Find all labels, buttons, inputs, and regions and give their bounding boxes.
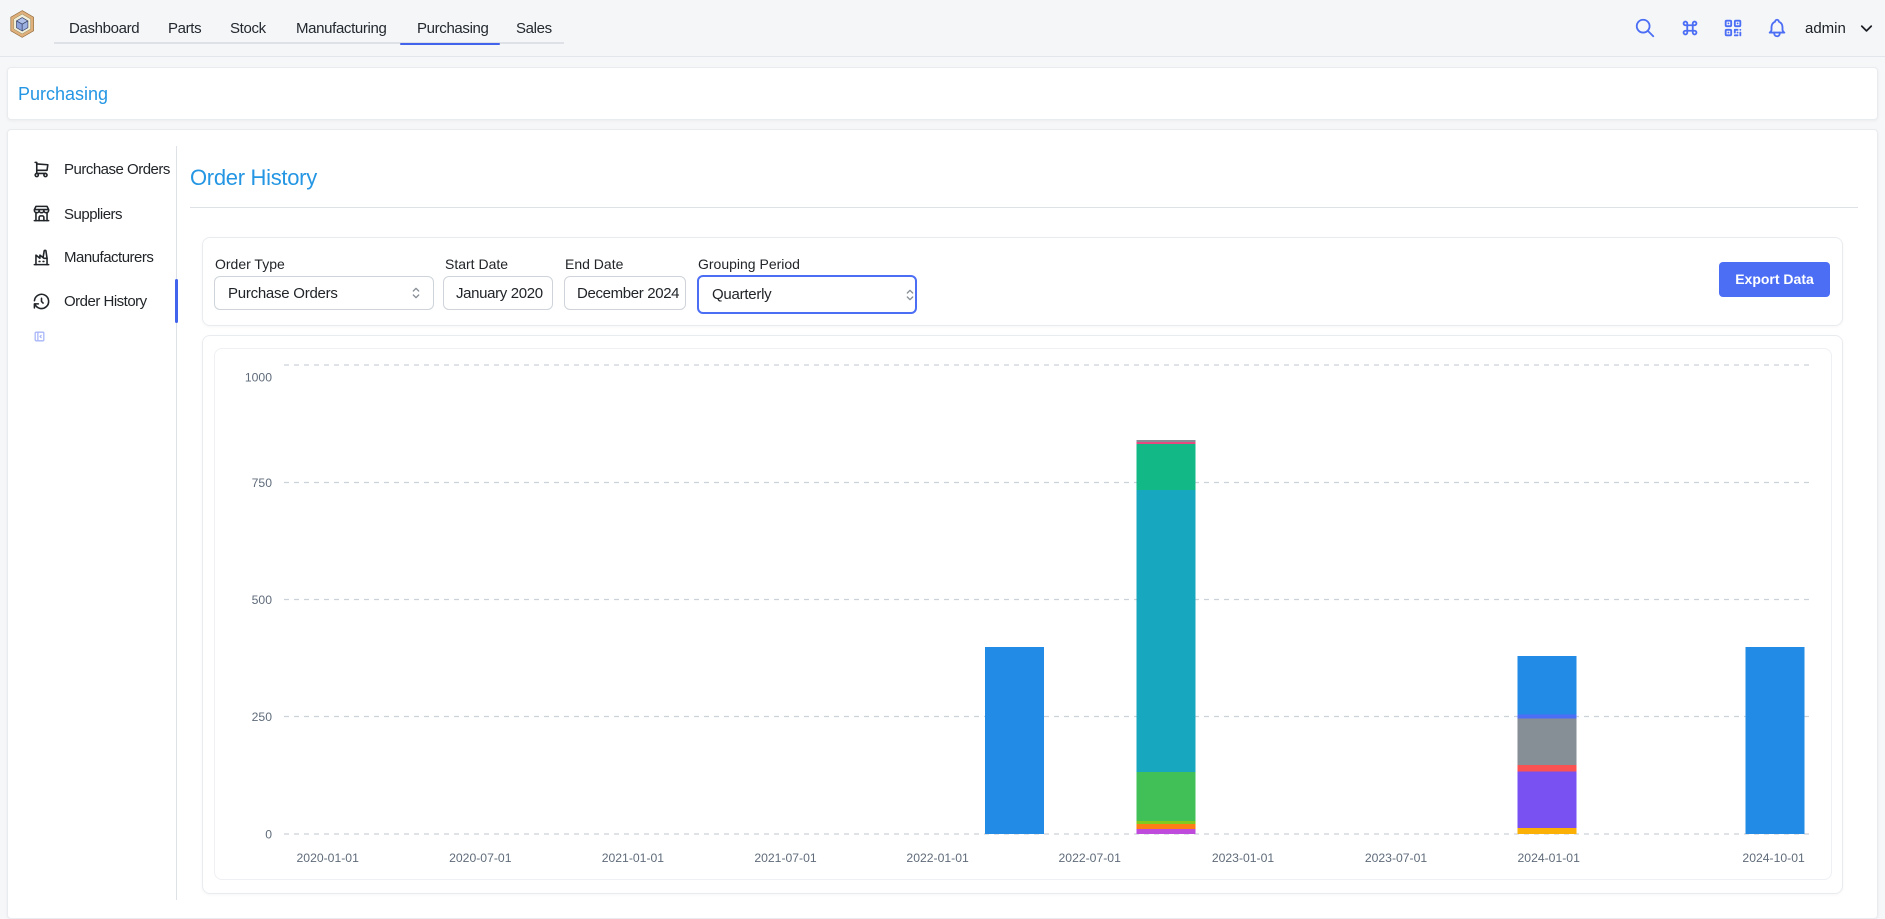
svg-text:2023-07-01: 2023-07-01 <box>1365 851 1428 865</box>
svg-text:2024-10-01: 2024-10-01 <box>1742 851 1805 865</box>
svg-text:2020-01-01: 2020-01-01 <box>297 851 360 865</box>
svg-text:2023-01-01: 2023-01-01 <box>1212 851 1275 865</box>
svg-text:750: 750 <box>252 476 273 490</box>
svg-text:1000: 1000 <box>245 371 272 385</box>
svg-text:2022-07-01: 2022-07-01 <box>1059 851 1122 865</box>
svg-text:500: 500 <box>252 593 273 607</box>
svg-text:2024-01-01: 2024-01-01 <box>1518 851 1581 865</box>
svg-text:0: 0 <box>265 828 272 842</box>
svg-text:2021-01-01: 2021-01-01 <box>602 851 665 865</box>
svg-text:2022-01-01: 2022-01-01 <box>906 851 969 865</box>
svg-text:250: 250 <box>252 710 273 724</box>
svg-text:2021-07-01: 2021-07-01 <box>754 851 817 865</box>
svg-text:2020-07-01: 2020-07-01 <box>449 851 512 865</box>
